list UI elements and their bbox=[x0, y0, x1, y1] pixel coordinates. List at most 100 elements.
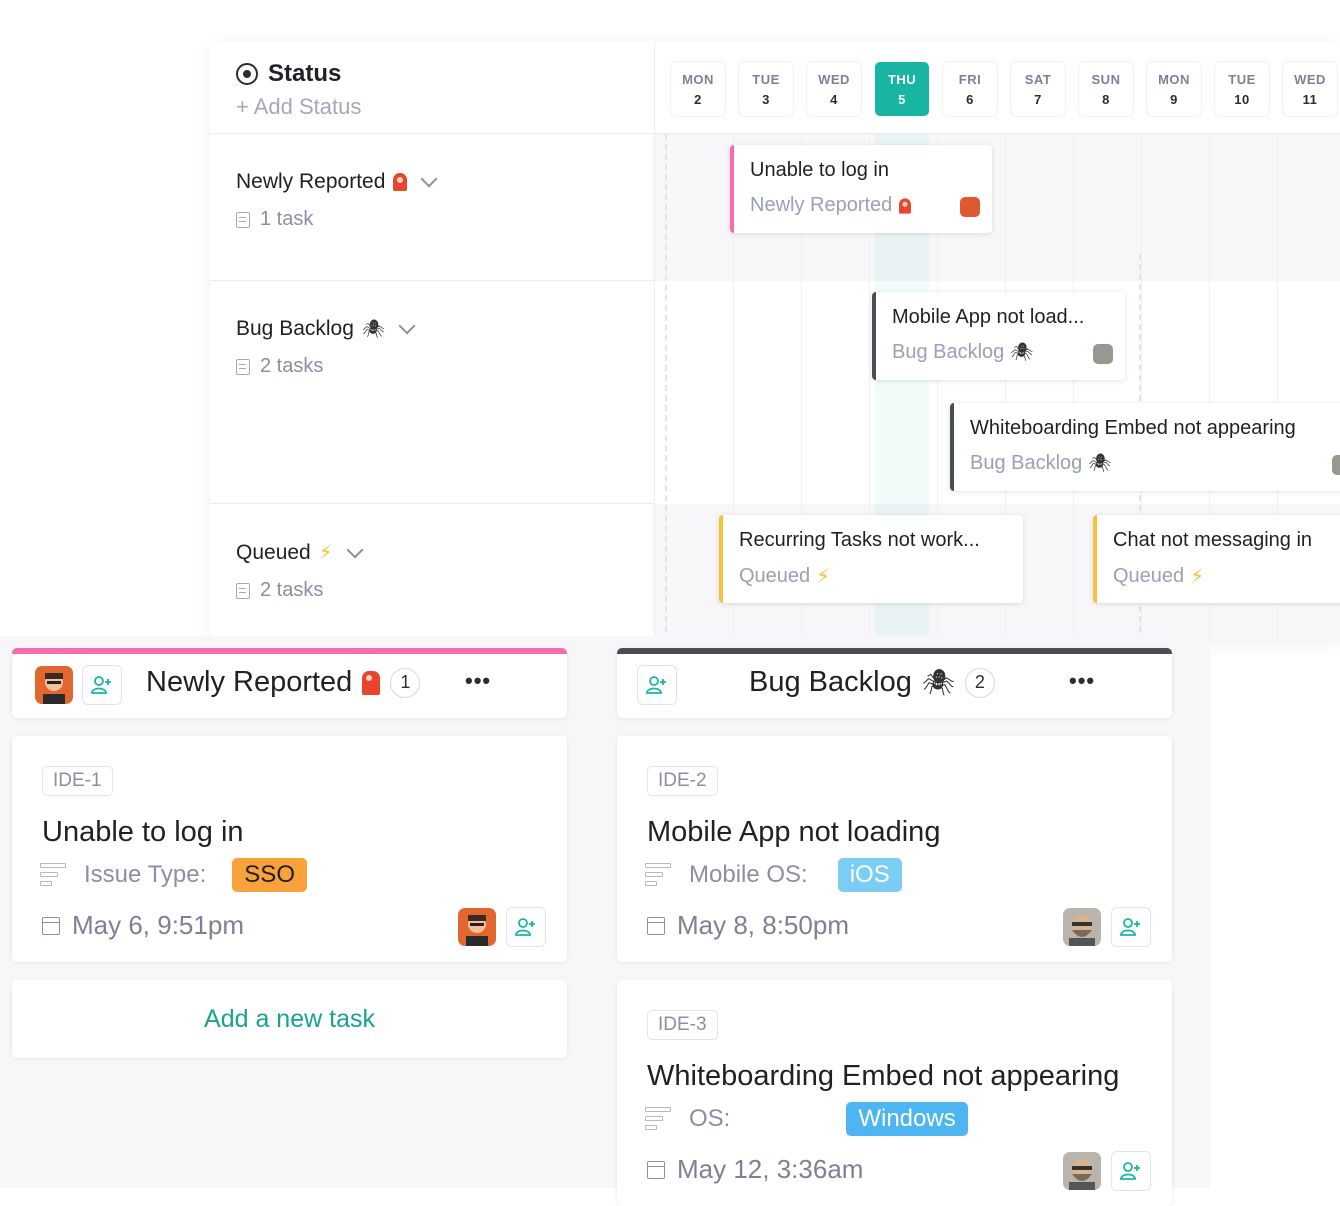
calendar-icon bbox=[647, 1160, 665, 1179]
day-wed-4[interactable]: WED 4 bbox=[807, 62, 861, 116]
group-count: 1 task bbox=[260, 208, 314, 230]
more-options-icon[interactable]: ••• bbox=[1069, 668, 1095, 694]
timeline-card-status-label: Newly Reported bbox=[750, 194, 893, 216]
due-date[interactable]: May 12, 3:36am bbox=[677, 1154, 863, 1185]
day-sun-8[interactable]: SUN 8 bbox=[1079, 62, 1133, 116]
day-fri-6[interactable]: FRI 6 bbox=[943, 62, 997, 116]
timeline-card-whiteboarding-embed[interactable]: Whiteboarding Embed not appearing Bug Ba… bbox=[950, 403, 1340, 491]
day-num: 10 bbox=[1234, 92, 1250, 107]
add-user-icon bbox=[1120, 918, 1140, 936]
task-card-ide-1[interactable]: IDE-1 Unable to log in Issue Type: SSO M… bbox=[12, 736, 567, 962]
add-user-icon bbox=[91, 676, 111, 694]
day-name: FRI bbox=[958, 72, 982, 87]
bolt-icon: ⚡ bbox=[318, 542, 333, 564]
timeline-card-mobile-app[interactable]: Mobile App not load... Bug Backlog 🕷 bbox=[872, 292, 1125, 380]
day-num: 8 bbox=[1102, 92, 1110, 107]
day-tue-10[interactable]: TUE 10 bbox=[1215, 62, 1269, 116]
add-user-icon bbox=[646, 676, 666, 694]
day-thu-5-today[interactable]: THU 5 bbox=[875, 62, 929, 116]
column-count-badge: 1 bbox=[390, 667, 421, 698]
chevron-down-icon[interactable] bbox=[398, 317, 416, 335]
task-title: Unable to log in bbox=[42, 816, 244, 848]
custom-field-row: Issue Type: SSO bbox=[40, 858, 307, 892]
column-header-bug-backlog: Bug Backlog 🕷 2 ••• bbox=[617, 648, 1172, 718]
custom-field-icon bbox=[40, 863, 66, 887]
board-panel: Newly Reported 1 ••• IDE-1 Unable to log… bbox=[0, 636, 1210, 1206]
due-date-row: May 8, 8:50pm bbox=[647, 910, 849, 941]
avatar[interactable] bbox=[1063, 908, 1101, 946]
day-mon-2[interactable]: MON 2 bbox=[671, 62, 725, 116]
spider-icon: 🕷 bbox=[921, 667, 955, 697]
add-assignee-button[interactable] bbox=[1111, 1151, 1151, 1191]
field-tag[interactable]: iOS bbox=[837, 858, 902, 892]
day-tue-3[interactable]: TUE 3 bbox=[739, 62, 793, 116]
avatar[interactable] bbox=[458, 908, 496, 946]
group-row-newly-reported[interactable]: Newly Reported 1 task bbox=[210, 134, 655, 281]
day-header: MON 2 TUE 3 WED 4 THU 5 FRI 6 SAT 7 SUN 8 MON 9 … bbox=[655, 42, 1340, 134]
group-name-row: Queued ⚡ bbox=[236, 540, 655, 565]
avatar[interactable] bbox=[1332, 455, 1340, 475]
day-name: TUE bbox=[1228, 72, 1256, 87]
group-name: Queued bbox=[236, 540, 311, 564]
task-card-ide-3[interactable]: IDE-3 Whiteboarding Embed not appearing … bbox=[617, 980, 1172, 1206]
timeline-card-title: Chat not messaging in bbox=[1113, 529, 1313, 551]
add-assignee-button[interactable] bbox=[82, 665, 122, 705]
task-title: Mobile App not loading bbox=[647, 816, 941, 848]
day-num: 11 bbox=[1302, 92, 1318, 107]
group-count-row: 1 task bbox=[236, 208, 655, 231]
timeline-card-status: Queued ⚡ bbox=[1113, 564, 1337, 589]
day-name: MON bbox=[682, 72, 714, 87]
avatar[interactable] bbox=[1093, 344, 1113, 364]
due-date-row: May 6, 9:51pm bbox=[42, 910, 244, 941]
add-assignee-button[interactable] bbox=[1111, 907, 1151, 947]
status-title-label: Status bbox=[268, 60, 342, 87]
timeline-card-status-label: Bug Backlog bbox=[970, 452, 1083, 474]
day-wed-11[interactable]: WED 11 bbox=[1283, 62, 1337, 116]
avatar[interactable] bbox=[960, 197, 980, 217]
more-options-icon[interactable]: ••• bbox=[465, 668, 491, 694]
add-status-button[interactable]: + Add Status bbox=[236, 94, 628, 120]
avatar-image bbox=[1063, 1152, 1101, 1190]
timeline-card-unable-to-log-in[interactable]: Unable to log in Newly Reported bbox=[730, 145, 992, 233]
group-name: Bug Backlog bbox=[236, 317, 354, 340]
group-row-queued[interactable]: Queued ⚡ 2 tasks bbox=[210, 504, 655, 642]
timeline-card-title: Whiteboarding Embed not appearing bbox=[970, 417, 1296, 439]
spider-icon: 🕷 bbox=[361, 318, 385, 339]
day-name: SUN bbox=[1091, 72, 1121, 87]
column-accent-bar bbox=[12, 648, 567, 654]
timeline-card-chat-not-messaging[interactable]: Chat not messaging in Queued ⚡ bbox=[1093, 515, 1340, 603]
avatar[interactable] bbox=[1063, 1152, 1101, 1190]
chevron-down-icon[interactable] bbox=[420, 170, 438, 188]
avatar[interactable] bbox=[35, 666, 73, 704]
timeline-card-status: Queued ⚡ bbox=[739, 564, 1007, 589]
due-date[interactable]: May 6, 9:51pm bbox=[72, 910, 244, 941]
timeline-card-status-label: Queued bbox=[1113, 565, 1185, 587]
due-date[interactable]: May 8, 8:50pm bbox=[677, 910, 849, 941]
timeline-panel: Status + Add Status Newly Reported 1 tas… bbox=[210, 42, 1340, 642]
day-sat-7[interactable]: SAT 7 bbox=[1011, 62, 1065, 116]
task-id-badge: IDE-1 bbox=[42, 766, 113, 796]
day-num: 6 bbox=[966, 92, 974, 107]
custom-field-icon bbox=[645, 863, 671, 887]
day-mon-9[interactable]: MON 9 bbox=[1147, 62, 1201, 116]
timeline-card-title: Recurring Tasks not work... bbox=[739, 529, 980, 551]
group-count: 2 tasks bbox=[260, 355, 324, 377]
field-tag[interactable]: Windows bbox=[846, 1102, 968, 1136]
task-id-badge: IDE-3 bbox=[647, 1010, 718, 1040]
add-assignee-button[interactable] bbox=[637, 665, 677, 705]
day-num: 7 bbox=[1034, 92, 1042, 107]
day-num: 2 bbox=[694, 92, 702, 107]
add-assignee-button[interactable] bbox=[506, 907, 546, 947]
day-name: TUE bbox=[752, 72, 780, 87]
group-name-row: Bug Backlog 🕷 bbox=[236, 317, 655, 341]
column-title: Bug Backlog 🕷 2 bbox=[749, 666, 995, 699]
day-name: WED bbox=[1294, 72, 1326, 87]
timeline-card-recurring-tasks[interactable]: Recurring Tasks not work... Queued ⚡ bbox=[719, 515, 1023, 603]
add-new-task-button[interactable]: Add a new task bbox=[12, 980, 567, 1058]
group-row-bug-backlog[interactable]: Bug Backlog 🕷 2 tasks bbox=[210, 281, 655, 504]
field-tag[interactable]: SSO bbox=[232, 858, 307, 892]
chevron-down-icon[interactable] bbox=[346, 541, 364, 558]
task-list-icon bbox=[236, 211, 250, 228]
task-card-ide-2[interactable]: IDE-2 Mobile App not loading Mobile OS: … bbox=[617, 736, 1172, 962]
due-date-row: May 12, 3:36am bbox=[647, 1154, 863, 1185]
